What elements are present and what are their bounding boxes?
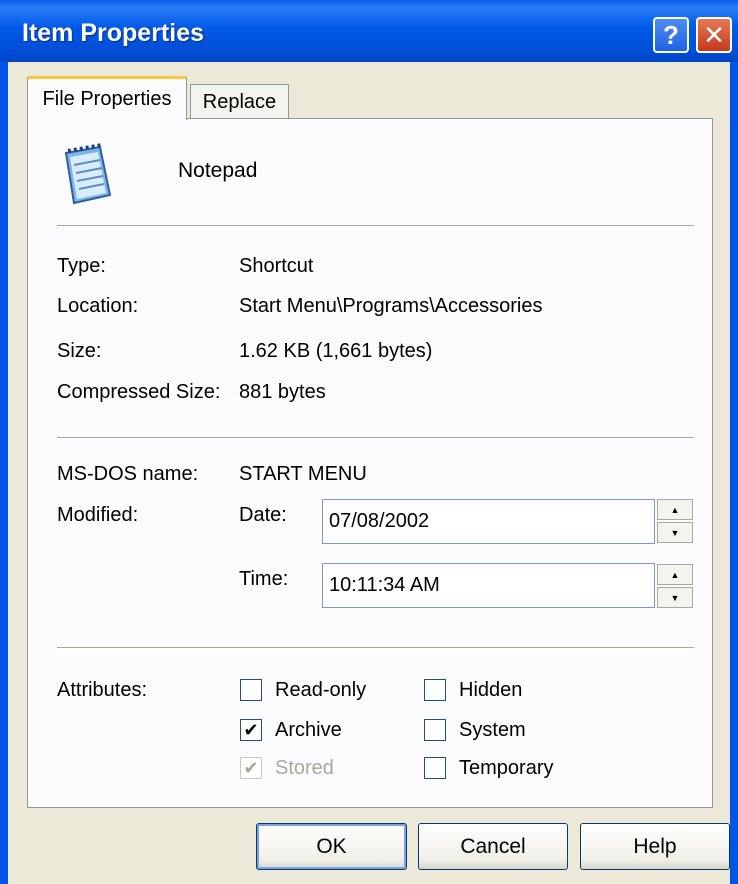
separator — [57, 647, 694, 649]
triangle-down-icon: ▼ — [670, 527, 680, 538]
compressed-size-value: 881 bytes — [239, 381, 326, 403]
stored-checkbox: ✔ — [240, 757, 262, 779]
question-icon: ? — [663, 19, 679, 50]
checkmark-icon: ✔ — [243, 758, 259, 778]
title-bar[interactable]: Item Properties ? ✕ — [0, 0, 738, 62]
notepad-icon — [64, 143, 112, 205]
help-button-label: Help — [633, 834, 677, 858]
checkmark-icon: ✔ — [243, 720, 259, 740]
msdos-name-value: START MENU — [239, 463, 367, 485]
system-label[interactable]: System — [459, 719, 526, 742]
temporary-checkbox[interactable] — [424, 757, 446, 779]
triangle-up-icon: ▲ — [670, 569, 680, 580]
date-spinner[interactable]: ▲ ▼ — [657, 499, 693, 544]
time-field[interactable] — [322, 563, 655, 608]
separator — [57, 437, 694, 439]
type-value: Shortcut — [239, 255, 314, 277]
date-label: Date: — [239, 504, 287, 526]
size-label: Size: — [57, 340, 102, 362]
temporary-label[interactable]: Temporary — [459, 757, 553, 780]
tab-label: File Properties — [42, 88, 172, 110]
size-value: 1.62 KB (1,661 bytes) — [239, 340, 433, 362]
date-field[interactable] — [322, 499, 655, 544]
close-button[interactable]: ✕ — [696, 17, 732, 53]
read-only-label[interactable]: Read-only — [275, 679, 366, 702]
tab-file-properties[interactable]: File Properties — [27, 76, 187, 120]
close-icon: ✕ — [703, 19, 725, 50]
date-input[interactable] — [323, 500, 654, 543]
modified-label: Modified: — [57, 504, 139, 526]
archive-label[interactable]: Archive — [275, 719, 342, 742]
window-frame-right — [730, 62, 738, 884]
hidden-label[interactable]: Hidden — [459, 679, 522, 702]
tab-replace[interactable]: Replace — [190, 84, 289, 120]
triangle-down-icon: ▼ — [670, 592, 680, 603]
compressed-size-label: Compressed Size: — [57, 381, 221, 403]
archive-checkbox[interactable]: ✔ — [240, 719, 262, 741]
separator — [57, 225, 694, 227]
hidden-checkbox[interactable] — [424, 679, 446, 701]
window-title: Item Properties — [22, 19, 205, 47]
ok-button-label: OK — [316, 834, 347, 858]
cancel-button-label: Cancel — [460, 834, 526, 858]
window-frame-left — [0, 62, 8, 884]
location-value: Start Menu\Programs\Accessories — [239, 295, 543, 317]
help-button[interactable]: Help — [580, 823, 730, 870]
cancel-button[interactable]: Cancel — [418, 823, 568, 870]
date-spin-down-button[interactable]: ▼ — [657, 522, 693, 543]
tab-label: Replace — [202, 91, 277, 113]
time-label: Time: — [239, 568, 289, 590]
attributes-label: Attributes: — [57, 679, 148, 701]
msdos-name-label: MS-DOS name: — [57, 463, 199, 485]
location-label: Location: — [57, 295, 139, 317]
help-title-button[interactable]: ? — [653, 17, 689, 53]
time-spin-up-button[interactable]: ▲ — [657, 564, 693, 585]
time-spinner[interactable]: ▲ ▼ — [657, 564, 693, 609]
time-input[interactable] — [323, 564, 654, 607]
time-spin-down-button[interactable]: ▼ — [657, 587, 693, 608]
read-only-checkbox[interactable] — [240, 679, 262, 701]
type-label: Type: — [57, 255, 106, 277]
item-name: Notepad — [178, 159, 258, 182]
stored-label: Stored — [275, 757, 334, 779]
triangle-up-icon: ▲ — [670, 504, 680, 515]
ok-button[interactable]: OK — [256, 823, 407, 870]
item-properties-dialog: Item Properties ? ✕ File Properties Repl… — [0, 0, 738, 884]
system-checkbox[interactable] — [424, 719, 446, 741]
date-spin-up-button[interactable]: ▲ — [657, 499, 693, 520]
